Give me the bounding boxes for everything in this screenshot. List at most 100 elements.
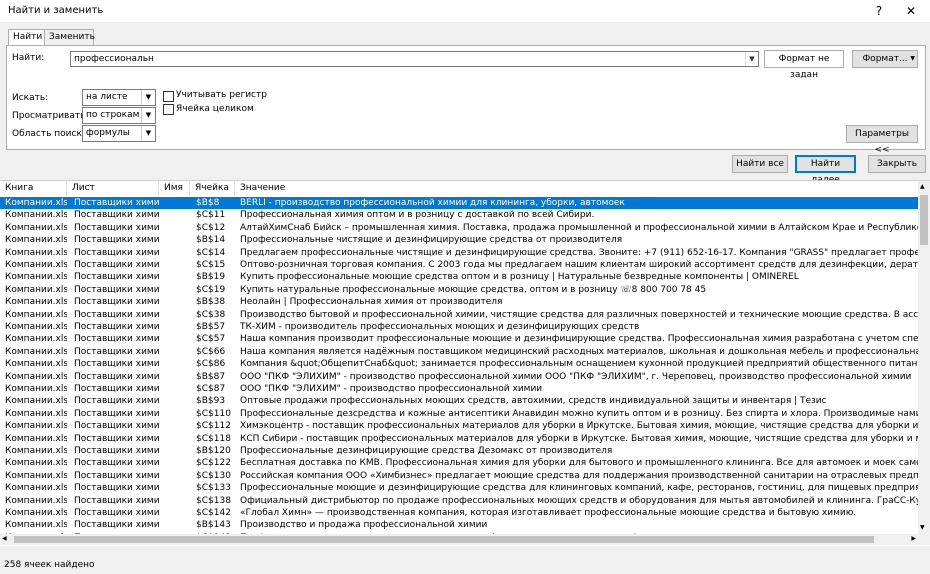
horizontal-scrollbar[interactable]: ◀ ▶ — [0, 534, 918, 545]
lookin-value: формулы — [86, 128, 130, 138]
table-row[interactable]: Компании.xlsx Поставщики химии $C$38 Произв… — [0, 309, 918, 321]
cell-sheet: Поставщики химии — [74, 495, 159, 506]
results-list[interactable]: Книга Лист Имя Ячейка Значение Компании.… — [0, 180, 930, 546]
cell-cell: $C$87 — [196, 384, 226, 394]
cell-sheet: Поставщики химии — [74, 458, 159, 469]
table-row[interactable]: Компании.xlsx Поставщики химии $B$14 Профес… — [0, 234, 918, 246]
cell-value: Оптово-розничная торговая компания. С 20… — [240, 260, 918, 270]
table-row[interactable]: Компании.xlsx Поставщики химии $C$138 Офици… — [0, 495, 918, 507]
table-row[interactable]: Компании.xlsx Поставщики химии $C$112 Химэк… — [0, 420, 918, 432]
scroll-thumb[interactable] — [920, 195, 928, 245]
find-what-input[interactable]: профессиональн ▼ — [70, 51, 759, 67]
table-row[interactable]: Компании.xlsx Поставщики химии $C$130 Росси… — [0, 470, 918, 482]
hscroll-thumb[interactable] — [14, 536, 874, 543]
vertical-scrollbar[interactable]: ▲ ▼ — [918, 181, 930, 545]
cell-value: Компания &quot;ОбщепитСнаб&quot; занимае… — [240, 359, 918, 370]
within-value: на листе — [86, 92, 128, 102]
cell-book: Компании.xlsx — [5, 322, 67, 332]
cell-cell: $C$138 — [196, 495, 231, 506]
column-header-cell[interactable]: Ячейка — [190, 181, 235, 196]
cell-cell: $C$57 — [196, 334, 226, 345]
table-row[interactable]: Компании.xlsx Поставщики химии $B$38 Неолай… — [0, 296, 918, 308]
table-row[interactable]: Компании.xlsx Поставщики химии $C$87 ООО "П… — [0, 383, 918, 395]
tab-replace-label: Заменить — [49, 32, 95, 42]
table-row[interactable]: Компании.xlsx Поставщики химии $C$86 Компан… — [0, 358, 918, 370]
cell-sheet: Поставщики химии — [74, 520, 159, 531]
table-row[interactable]: Компании.xlsx Поставщики химии $B$87 ООО "П… — [0, 371, 918, 383]
column-header-sheet[interactable]: Лист — [67, 181, 159, 196]
column-header-book[interactable]: Книга — [0, 181, 67, 196]
cell-sheet: Поставщики химии — [74, 408, 159, 419]
cell-value: Купить профессиональные моющие средства … — [240, 272, 799, 283]
cell-book: Компании.xlsx — [5, 408, 67, 419]
table-row[interactable]: Компании.xlsx Поставщики химии $C$12 АлтайХ… — [0, 222, 918, 234]
table-row[interactable]: Компании.xlsx Поставщики химии $C$15 Оптово… — [0, 259, 918, 271]
format-button[interactable]: Формат... ▼ — [852, 50, 918, 68]
cell-sheet: Поставщики химии — [74, 198, 159, 208]
match-case-label: Учитывать регистр — [176, 90, 267, 100]
table-row[interactable]: Компании.xlsx Поставщики химии $B$143 Произ… — [0, 519, 918, 531]
cell-value: Наша компания производит профессиональны… — [240, 334, 918, 345]
cell-sheet: Поставщики химии — [74, 396, 159, 407]
table-row[interactable]: Компании.xlsx Поставщики химии $C$19 Купить… — [0, 284, 918, 296]
find-all-button[interactable]: Найти все — [732, 155, 788, 173]
close-button[interactable]: Закрыть — [868, 155, 926, 173]
chevron-down-icon[interactable]: ▼ — [745, 52, 758, 66]
cell-sheet: Поставщики химии — [74, 359, 159, 370]
cell-sheet: Поставщики химии — [74, 483, 159, 494]
scroll-right-icon[interactable]: ▶ — [911, 535, 916, 542]
lookin-label: Область поиска: — [12, 129, 91, 139]
table-row[interactable]: Компании.xlsx Поставщики химии $C$110 Профе… — [0, 408, 918, 420]
table-row[interactable]: Компании.xlsx Поставщики химии $C$142 «Глоб… — [0, 507, 918, 519]
table-row[interactable]: Компании.xlsx Поставщики химии $B$93 Оптовы… — [0, 395, 918, 407]
chevron-down-icon: ▼ — [141, 126, 155, 141]
cell-value: Профессиональные чистящие и дезинфицирую… — [240, 235, 623, 246]
table-row[interactable]: Компании.xlsx Поставщики химии $B$19 Купить… — [0, 271, 918, 283]
cell-value: Оптовые продажи профессиональных моющих … — [240, 396, 827, 407]
cell-value: Производство и продажа профессиональной … — [240, 520, 488, 531]
column-header-name[interactable]: Имя — [159, 181, 190, 196]
cell-value: Профессиональная химия оптом и в розницу… — [240, 210, 595, 221]
cell-book: Компании.xlsx — [5, 384, 67, 394]
cell-cell: $C$86 — [196, 359, 226, 370]
tab-replace[interactable]: Заменить — [44, 29, 95, 45]
close-window-button[interactable]: ✕ — [896, 0, 926, 22]
cell-book: Компании.xlsx — [5, 520, 67, 531]
scroll-up-icon[interactable]: ▲ — [920, 183, 925, 190]
table-row[interactable]: Компании.xlsx Поставщики химии $C$11 Профес… — [0, 209, 918, 221]
cell-cell: $C$14 — [196, 247, 226, 258]
cell-cell: $C$122 — [196, 458, 231, 469]
match-case-checkbox[interactable] — [163, 91, 174, 102]
scroll-left-icon[interactable]: ◀ — [2, 535, 7, 542]
table-row[interactable]: Компании.xlsx Поставщики химии $B$8 BERLI -… — [0, 197, 918, 210]
cell-book: Компании.xlsx — [5, 247, 67, 258]
help-button[interactable]: ? — [864, 0, 894, 22]
cell-cell: $C$142 — [196, 508, 231, 518]
cell-sheet: Поставщики химии — [74, 272, 159, 283]
table-row[interactable]: Компании.xlsx Поставщики химии $C$14 Предла… — [0, 247, 918, 259]
table-row[interactable]: Компании.xlsx Поставщики химии $B$120 Профе… — [0, 445, 918, 457]
scroll-down-icon[interactable]: ▼ — [920, 524, 925, 531]
cell-sheet: Поставщики химии — [74, 346, 159, 357]
search-order-select[interactable]: по строкам ▼ — [82, 107, 156, 124]
within-select[interactable]: на листе ▼ — [82, 89, 156, 106]
find-label: Найти: — [12, 53, 45, 63]
table-row[interactable]: Компании.xlsx Поставщики химии $C$118 КСП С… — [0, 433, 918, 445]
cell-cell: $C$118 — [196, 433, 231, 444]
table-row[interactable]: Компании.xlsx Поставщики химии $C$122 Беспл… — [0, 457, 918, 469]
cell-cell: $B$143 — [196, 520, 231, 531]
match-entire-checkbox[interactable] — [163, 104, 174, 115]
cell-book: Компании.xlsx — [5, 359, 67, 370]
find-next-button[interactable]: Найти далее — [795, 155, 856, 185]
cell-book: Компании.xlsx — [5, 334, 67, 345]
table-row[interactable]: Компании.xlsx Поставщики химии $C$133 Профе… — [0, 482, 918, 494]
parameters-button[interactable]: Параметры << — [846, 125, 918, 155]
table-row[interactable]: Компании.xlsx Поставщики химии $C$57 Наша к… — [0, 333, 918, 345]
table-row[interactable]: Компании.xlsx Поставщики химии $C$66 Наша к… — [0, 346, 918, 358]
column-header-value[interactable]: Значение — [235, 181, 918, 196]
cell-sheet: Поставщики химии — [74, 322, 159, 332]
table-row[interactable]: Компании.xlsx Поставщики химии $B$57 ТК-ХИМ… — [0, 321, 918, 333]
tab-find[interactable]: Найти — [8, 29, 46, 46]
cell-book: Компании.xlsx — [5, 309, 67, 320]
lookin-select[interactable]: формулы ▼ — [82, 125, 156, 142]
